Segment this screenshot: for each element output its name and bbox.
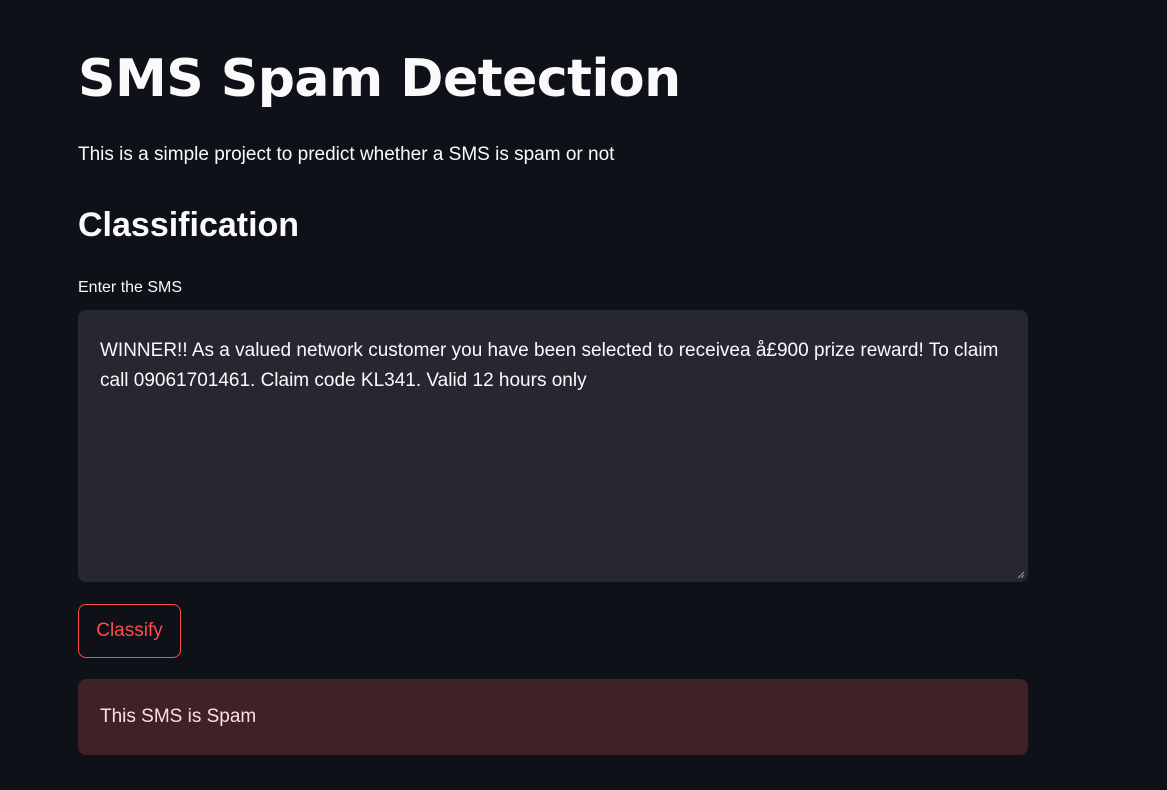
sms-input-label: Enter the SMS: [78, 279, 183, 296]
classify-button[interactable]: Classify: [78, 604, 181, 658]
page-subtitle: This is a simple project to predict whet…: [78, 144, 615, 165]
result-alert: This SMS is Spam: [78, 679, 1028, 755]
sms-input[interactable]: WINNER!! As a valued network customer yo…: [78, 310, 1028, 582]
resize-handle-icon[interactable]: [1017, 571, 1025, 579]
sms-input-container: WINNER!! As a valued network customer yo…: [78, 310, 1028, 582]
section-heading: Classification: [78, 206, 300, 244]
result-text: This SMS is Spam: [100, 706, 257, 727]
page-title: SMS Spam Detection: [78, 49, 681, 109]
app-container: SMS Spam Detection This is a simple proj…: [0, 0, 1167, 790]
